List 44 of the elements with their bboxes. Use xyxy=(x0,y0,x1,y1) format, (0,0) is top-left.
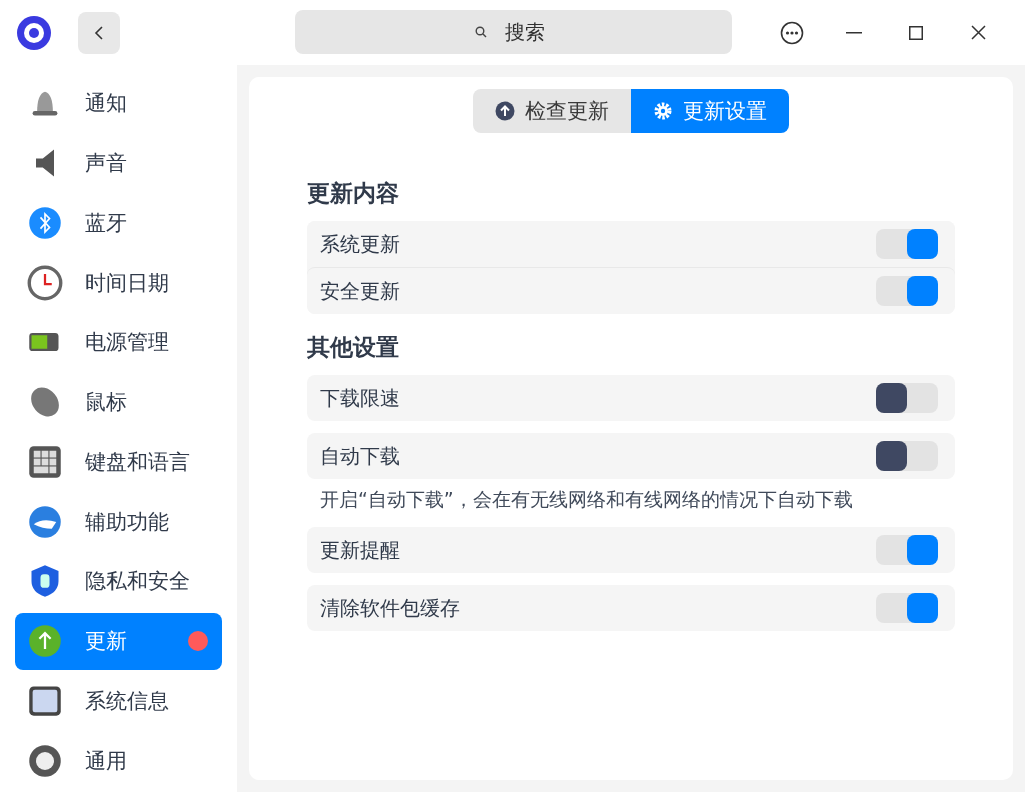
close-icon xyxy=(970,25,986,40)
toggle-switch[interactable] xyxy=(876,229,938,259)
sidebar-item[interactable]: 声音 xyxy=(15,134,222,192)
setting-label: 自动下载 xyxy=(320,442,400,470)
setting-label: 清除软件包缓存 xyxy=(320,594,460,622)
category-icon xyxy=(27,443,63,480)
section-title: 其他设置 xyxy=(307,333,400,362)
search-icon xyxy=(475,26,487,38)
gear-icon xyxy=(653,101,673,121)
tab[interactable]: 更新设置 xyxy=(631,89,789,133)
setting-description: 开启“自动下载”，会在有无线网络和有线网络的情况下自动下载 xyxy=(319,487,854,512)
toggle-switch[interactable] xyxy=(876,593,938,623)
more-icon xyxy=(780,20,804,45)
sidebar-item[interactable]: 鼠标 xyxy=(15,373,222,431)
back-chevron-icon xyxy=(94,24,104,41)
sidebar-item[interactable]: 系统信息 xyxy=(15,672,222,730)
sidebar-item[interactable]: 通知 xyxy=(15,75,222,132)
toggle-switch[interactable] xyxy=(876,535,938,565)
sidebar-item[interactable]: 隐私和安全 xyxy=(15,553,222,610)
sidebar-item[interactable]: 时间日期 xyxy=(15,254,222,311)
back-button[interactable] xyxy=(78,11,120,54)
setting-label: 更新提醒 xyxy=(320,536,400,564)
sidebar-item[interactable]: 键盘和语言 xyxy=(15,433,222,491)
sidebar-item[interactable]: 辅助功能 xyxy=(15,493,222,550)
category-icon xyxy=(27,623,63,660)
setting-label: 下载限速 xyxy=(320,384,400,412)
sidebar-item[interactable]: 电源管理 xyxy=(15,314,222,371)
category-icon xyxy=(27,742,63,779)
toggle-switch[interactable] xyxy=(876,276,938,306)
setting-label: 系统更新 xyxy=(320,230,400,258)
category-icon xyxy=(27,503,63,540)
category-icon xyxy=(27,264,63,301)
toggle-switch[interactable] xyxy=(876,383,938,413)
section-title: 更新内容 xyxy=(307,179,400,208)
maximize-icon xyxy=(909,25,923,40)
category-icon xyxy=(27,204,63,241)
tab[interactable]: 检查更新 xyxy=(473,89,631,133)
sidebar-item[interactable]: 更新 xyxy=(15,612,222,670)
toggle-switch[interactable] xyxy=(876,441,938,471)
sidebar-item[interactable]: 通用 xyxy=(15,732,222,789)
minimize-icon xyxy=(846,31,862,34)
search-field[interactable]: 搜索 xyxy=(295,10,732,54)
sidebar-item[interactable]: 蓝牙 xyxy=(15,194,222,252)
setting-label: 安全更新 xyxy=(320,277,400,305)
